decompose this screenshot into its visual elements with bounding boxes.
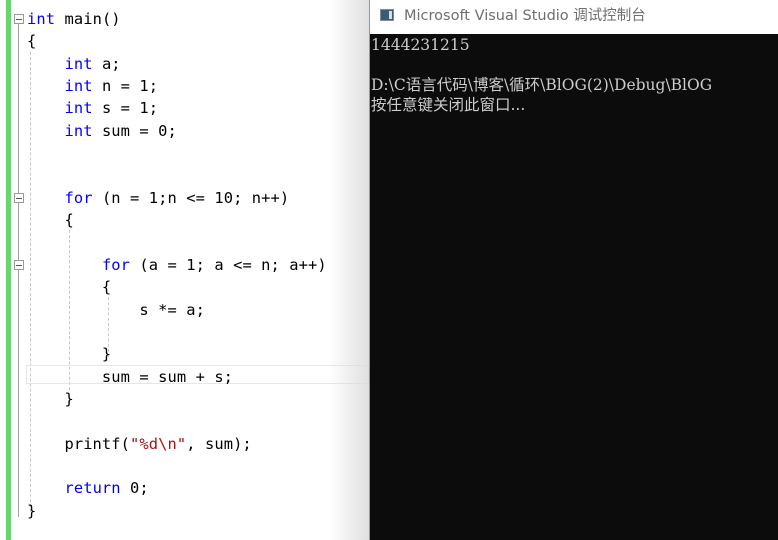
collapse-outer-for-icon[interactable] [14,193,24,203]
code-token: { [27,32,37,51]
code-line[interactable]: } [27,388,74,410]
code-token: , sum); [186,434,252,453]
keyword-token: int [64,99,93,118]
code-line[interactable]: { [27,276,111,298]
code-token: printf( [27,434,131,453]
console-output-result: 1444231215 [371,36,470,54]
outline-line [18,24,19,517]
code-line[interactable]: for (n = 1;n <= 10; n++) [27,187,289,209]
code-token: { [27,278,112,297]
code-token: sum = 0; [92,121,177,140]
code-line[interactable]: { [27,30,36,52]
code-line[interactable]: printf("%d\n", sum); [27,433,252,455]
collapse-main-icon[interactable] [14,14,24,24]
keyword-token: for [64,188,93,207]
code-token: main() [55,10,121,28]
code-line[interactable]: sum = sum + s; [27,366,233,388]
code-line[interactable]: int s = 1; [27,97,158,119]
code-token: 0; [120,479,149,498]
code-token: (n = 1;n <= 10; n++) [92,188,290,207]
code-line[interactable]: s *= a; [27,299,205,321]
code-line[interactable]: } [27,500,36,522]
change-tracking-bar [6,0,11,540]
code-token: (a = 1; a <= n; a++) [130,255,327,274]
code-line[interactable]: int sum = 0; [27,120,177,142]
console-output-path: D:\C语言代码\博客\循环\BlOG(2)\Debug\BlOG [371,76,713,94]
code-token: } [27,345,112,364]
code-line[interactable]: int n = 1; [27,75,158,97]
collapse-inner-for-icon[interactable] [14,260,24,270]
keyword-token: return [64,479,121,498]
editor-shadow [329,0,369,540]
code-line[interactable]: } [27,343,111,365]
keyword-token: for [101,255,131,274]
code-token: s = 1; [92,99,159,118]
code-line[interactable]: for (a = 1; a <= n; a++) [27,254,327,276]
code-line[interactable]: { [27,209,74,231]
code-token: a; [92,54,121,73]
keyword-token: int [64,54,93,73]
code-token: n = 1; [92,77,159,96]
string-token: "%d\n" [130,434,187,453]
console-app-icon [380,9,394,21]
keyword-token: int [64,121,93,140]
console-output-prompt: 按任意键关闭此窗口... [371,96,526,114]
debug-console-window[interactable]: Microsoft Visual Studio 调试控制台 1444231215… [369,0,778,540]
code-line[interactable]: return 0; [27,477,149,499]
keyword-token: int [27,10,56,28]
keyword-token: int [64,77,93,96]
console-title: Microsoft Visual Studio 调试控制台 [404,8,646,24]
code-line[interactable]: int main() [27,8,121,30]
code-line[interactable]: int a; [27,53,121,75]
code-token: } [27,389,74,408]
code-token: } [27,501,37,520]
console-title-bar[interactable]: Microsoft Visual Studio 调试控制台 [370,0,778,34]
code-editor[interactable]: int main() { int a; int n = 1; int s = 1;… [0,0,369,540]
code-token: s *= a; [27,300,205,319]
code-token: { [27,211,74,230]
code-token: sum = sum + s; [27,367,234,386]
